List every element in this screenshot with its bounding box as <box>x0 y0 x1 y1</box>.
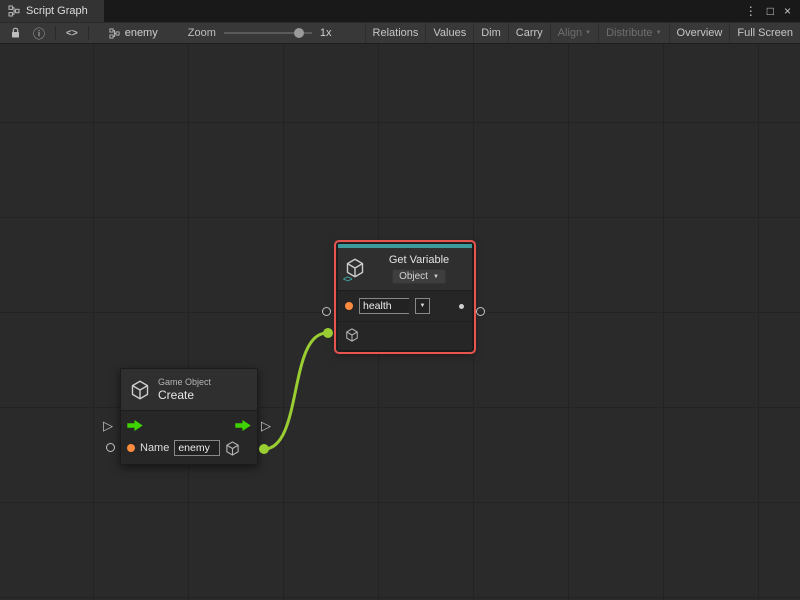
window-tab-bar: Script Graph ⋮ □ × <box>0 0 800 22</box>
variable-name-input[interactable] <box>359 298 409 314</box>
toolbar-buttons: Relations Values Dim Carry Align ▼ Distr… <box>365 23 800 43</box>
window-controls: ⋮ □ × <box>740 0 800 22</box>
zoom-value: 1x <box>320 27 332 39</box>
window-close-icon[interactable]: × <box>779 4 796 18</box>
code-icon[interactable]: <> <box>60 28 84 39</box>
get-variable-header: <> Get Variable Object ▼ <box>338 248 472 290</box>
code-icon: <> <box>343 274 352 284</box>
variable-cube-icon: <> <box>345 258 367 280</box>
create-body: Name <box>121 410 257 464</box>
create-flow-out-port[interactable]: ▷ <box>261 419 271 432</box>
chevron-down-icon: ▼ <box>585 30 591 36</box>
tab-title: Script Graph <box>26 5 88 17</box>
get-variable-body: ▼ <box>338 290 472 350</box>
carry-button[interactable]: Carry <box>508 23 550 43</box>
full-screen-button[interactable]: Full Screen <box>729 23 800 43</box>
lock-icon[interactable] <box>4 27 27 39</box>
graph-toolbar: ⓘ <> enemy Zoom 1x Relations Values D <box>0 22 800 44</box>
node-title: Create <box>158 388 211 402</box>
tab-script-graph[interactable]: Script Graph <box>0 0 104 22</box>
chevron-down-icon: ▼ <box>433 274 439 280</box>
node-title: Get Variable <box>389 254 449 266</box>
graph-name: enemy <box>125 27 158 39</box>
row-divider <box>338 321 472 322</box>
flow-in-arrow-icon <box>127 420 143 431</box>
object-port-row <box>345 328 465 342</box>
zoom-slider-knob[interactable] <box>294 28 304 38</box>
variable-scope-dropdown[interactable]: Object ▼ <box>392 269 446 284</box>
name-param-row: Name <box>127 440 251 456</box>
game-object-cube-icon <box>225 441 240 456</box>
create-output-port-connected[interactable] <box>259 444 269 454</box>
connection-wire[interactable] <box>264 333 327 449</box>
variable-name-row: ▼ <box>345 298 465 314</box>
distribute-button[interactable]: Distribute ▼ <box>598 23 668 43</box>
value-port-orange-icon <box>345 302 353 310</box>
zoom-label: Zoom <box>188 27 216 39</box>
window-maximize-icon[interactable]: □ <box>762 4 779 18</box>
toolbar-separator <box>55 26 56 40</box>
align-button[interactable]: Align ▼ <box>550 23 598 43</box>
chevron-down-icon: ▼ <box>656 30 662 36</box>
game-object-cube-icon <box>130 380 150 400</box>
toolbar-separator <box>88 26 89 40</box>
window-menu-icon[interactable]: ⋮ <box>740 4 762 18</box>
graph-canvas[interactable]: <> Get Variable Object ▼ ▼ <box>0 44 800 600</box>
flow-out-arrow-icon <box>235 420 251 431</box>
script-graph-icon <box>109 28 120 39</box>
create-name-input-port[interactable] <box>106 443 115 452</box>
get-variable-output-port[interactable] <box>476 307 485 316</box>
get-variable-titles: Get Variable Object ▼ <box>373 254 465 284</box>
info-icon[interactable]: ⓘ <box>27 25 51 42</box>
script-graph-icon <box>8 5 20 17</box>
relations-button[interactable]: Relations <box>365 23 426 43</box>
output-port-dot-icon <box>459 304 464 309</box>
value-port-orange-icon <box>127 444 135 452</box>
game-object-cube-icon <box>345 328 359 342</box>
node-create-game-object[interactable]: Game Object Create Name <box>120 368 258 465</box>
variable-name-dropdown[interactable]: ▼ <box>415 298 430 314</box>
dim-button[interactable]: Dim <box>473 23 508 43</box>
overview-button[interactable]: Overview <box>669 23 730 43</box>
graph-breadcrumb[interactable]: enemy <box>109 27 158 39</box>
zoom-slider[interactable] <box>224 26 312 40</box>
flow-row <box>127 417 251 433</box>
create-flow-in-port[interactable]: ▷ <box>103 419 113 432</box>
chevron-down-icon: ▼ <box>420 303 426 309</box>
create-titles: Game Object Create <box>158 377 211 402</box>
node-get-variable[interactable]: <> Get Variable Object ▼ ▼ <box>337 243 473 351</box>
get-variable-input-port[interactable] <box>322 307 331 316</box>
param-label: Name <box>140 442 169 454</box>
values-button[interactable]: Values <box>425 23 473 43</box>
create-header: Game Object Create <box>121 369 257 410</box>
node-category: Game Object <box>158 377 211 387</box>
name-param-input[interactable] <box>174 440 220 456</box>
get-variable-object-port-connected[interactable] <box>323 328 333 338</box>
